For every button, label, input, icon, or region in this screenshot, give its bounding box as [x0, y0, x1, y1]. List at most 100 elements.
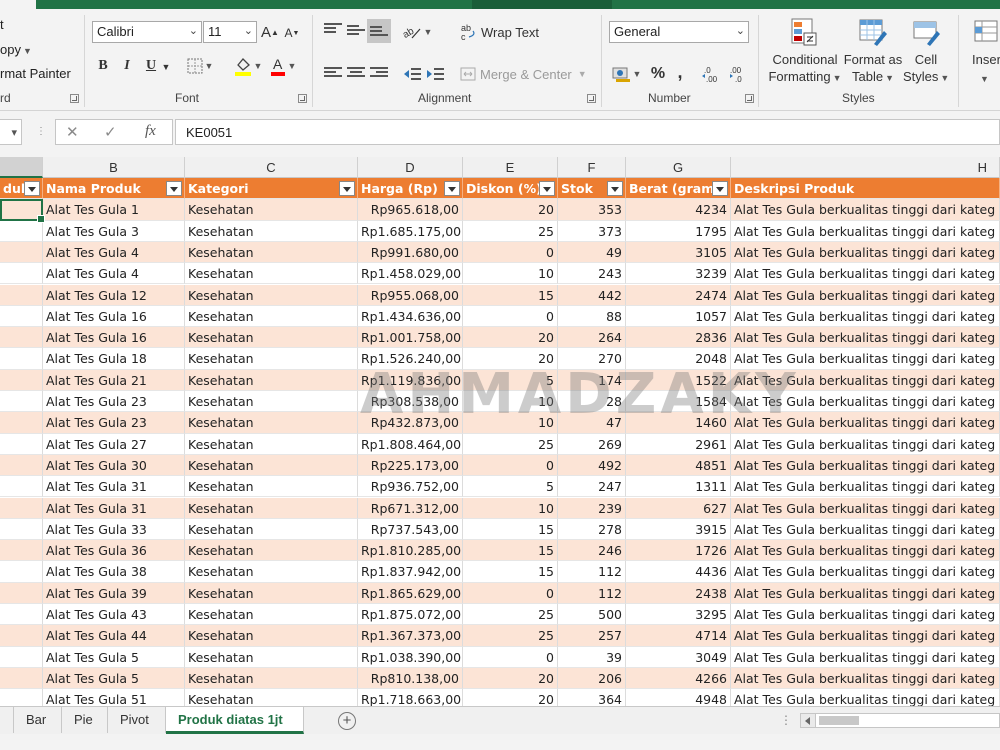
table-cell[interactable]: Alat Tes Gula berkualitas tinggi dari ka… [731, 220, 1000, 242]
table-cell[interactable]: 206 [558, 667, 626, 690]
table-cell[interactable]: 627 [626, 497, 731, 519]
table-cell[interactable]: 500 [558, 604, 626, 626]
table-cell[interactable]: 47 [558, 412, 626, 434]
table-cell[interactable]: Rp737.543,00 [358, 518, 463, 541]
column-header-c[interactable]: C [185, 157, 358, 178]
table-cell[interactable]: 3105 [626, 241, 731, 264]
table-cell[interactable]: 20 [463, 199, 558, 221]
table-cell[interactable]: 0 [463, 241, 558, 264]
table-cell[interactable]: 246 [558, 540, 626, 562]
table-cell[interactable]: 5 [463, 369, 558, 391]
horizontal-scrollbar[interactable] [800, 713, 1000, 728]
table-cell[interactable] [0, 646, 43, 668]
cut-button[interactable]: t [0, 17, 4, 32]
number-format-select[interactable]: General ⌄ [609, 21, 749, 43]
table-cell[interactable] [0, 454, 43, 477]
table-cell[interactable]: 3239 [626, 263, 731, 285]
table-cell[interactable]: Kesehatan [185, 646, 358, 668]
table-cell[interactable]: Rp936.752,00 [358, 476, 463, 498]
borders-button[interactable]: ▼ [186, 57, 214, 75]
increase-indent-button[interactable] [425, 64, 445, 84]
table-cell[interactable]: 2048 [626, 348, 731, 370]
table-cell[interactable]: Alat Tes Gula 16 [43, 305, 185, 328]
table-header-cell[interactable]: Kategori [185, 178, 358, 200]
table-cell[interactable]: Kesehatan [185, 454, 358, 477]
table-cell[interactable]: 20 [463, 348, 558, 370]
table-cell[interactable]: Alat Tes Gula berkualitas tinggi dari ka… [731, 561, 1000, 583]
table-cell[interactable]: Alat Tes Gula 4 [43, 241, 185, 264]
table-cell[interactable] [0, 497, 43, 519]
table-cell[interactable] [0, 412, 43, 434]
table-cell[interactable]: Alat Tes Gula 5 [43, 646, 185, 668]
table-cell[interactable] [0, 327, 43, 349]
table-cell[interactable]: 39 [558, 646, 626, 668]
table-cell[interactable]: Kesehatan [185, 497, 358, 519]
table-cell[interactable]: Rp1.810.285,00 [358, 540, 463, 562]
table-cell[interactable]: Alat Tes Gula berkualitas tinggi dari ka… [731, 689, 1000, 706]
sheet-tab-pivot[interactable]: Pivot [108, 707, 166, 733]
table-cell[interactable]: Alat Tes Gula 1 [43, 199, 185, 221]
grow-font-button[interactable]: A ▲ [261, 22, 279, 42]
table-cell[interactable]: Alat Tes Gula berkualitas tinggi dari ka… [731, 518, 1000, 541]
table-cell[interactable] [0, 604, 43, 626]
table-cell[interactable]: Alat Tes Gula berkualitas tinggi dari ka… [731, 646, 1000, 668]
table-cell[interactable]: Rp1.434.636,00 [358, 305, 463, 328]
table-cell[interactable]: 10 [463, 497, 558, 519]
font-size-select[interactable]: 11 ⌄ [203, 21, 257, 43]
table-cell[interactable]: Rp671.312,00 [358, 497, 463, 519]
fill-color-button[interactable]: ▼ [232, 55, 264, 77]
sheet-tab-scroll[interactable] [0, 707, 14, 733]
table-cell[interactable] [0, 689, 43, 706]
table-cell[interactable]: 174 [558, 369, 626, 391]
table-cell[interactable]: 10 [463, 412, 558, 434]
table-cell[interactable]: 25 [463, 433, 558, 455]
table-cell[interactable]: Rp1.458.029,00 [358, 263, 463, 285]
table-cell[interactable]: 1726 [626, 540, 731, 562]
copy-button[interactable]: opy ▼ [0, 42, 32, 57]
font-name-select[interactable]: Calibri ⌄ [92, 21, 202, 43]
column-header-h[interactable]: H [731, 157, 1000, 178]
table-cell[interactable]: 4948 [626, 689, 731, 706]
align-center-icon[interactable] [347, 67, 365, 81]
table-cell[interactable]: Alat Tes Gula 36 [43, 540, 185, 562]
table-cell[interactable]: Alat Tes Gula 38 [43, 561, 185, 583]
table-cell[interactable]: Kesehatan [185, 220, 358, 242]
table-cell[interactable]: 442 [558, 284, 626, 306]
table-cell[interactable]: Alat Tes Gula 51 [43, 689, 185, 706]
table-cell[interactable]: Alat Tes Gula berkualitas tinggi dari ka… [731, 199, 1000, 221]
sheet-tab-produk-diatas-1jt[interactable]: Produk diatas 1jt [166, 707, 304, 734]
table-cell[interactable]: Rp1.808.464,00 [358, 433, 463, 455]
table-cell[interactable] [0, 348, 43, 370]
table-cell[interactable]: Alat Tes Gula berkualitas tinggi dari ka… [731, 369, 1000, 391]
shrink-font-button[interactable]: A ▼ [284, 24, 300, 42]
table-cell[interactable] [0, 625, 43, 647]
underline-dropdown-icon[interactable]: ▼ [161, 60, 171, 74]
table-cell[interactable]: 243 [558, 263, 626, 285]
table-cell[interactable]: Kesehatan [185, 540, 358, 562]
table-cell[interactable]: 270 [558, 348, 626, 370]
decrease-decimal-button[interactable]: .00.0 [726, 63, 750, 85]
table-cell[interactable]: 25 [463, 220, 558, 242]
table-header-cell[interactable]: Deskripsi Produk [731, 178, 1000, 200]
table-cell[interactable]: 4266 [626, 667, 731, 690]
table-cell[interactable]: Alat Tes Gula berkualitas tinggi dari ka… [731, 497, 1000, 519]
table-cell[interactable]: Rp1.837.942,00 [358, 561, 463, 583]
decrease-indent-button[interactable] [402, 64, 422, 84]
table-cell[interactable]: 264 [558, 327, 626, 349]
table-cell[interactable]: Rp1.367.373,00 [358, 625, 463, 647]
scroll-thumb[interactable] [819, 716, 859, 725]
table-cell[interactable]: Alat Tes Gula berkualitas tinggi dari ka… [731, 582, 1000, 604]
table-cell[interactable]: Alat Tes Gula 31 [43, 497, 185, 519]
table-cell[interactable]: 20 [463, 689, 558, 706]
table-cell[interactable]: Kesehatan [185, 241, 358, 264]
table-cell[interactable]: Alat Tes Gula 16 [43, 327, 185, 349]
table-cell[interactable]: Alat Tes Gula berkualitas tinggi dari ka… [731, 476, 1000, 498]
table-cell[interactable]: 25 [463, 625, 558, 647]
table-cell[interactable]: Rp308.538,00 [358, 391, 463, 413]
table-cell[interactable]: Rp955.068,00 [358, 284, 463, 306]
table-cell[interactable]: Kesehatan [185, 476, 358, 498]
table-cell[interactable]: Kesehatan [185, 561, 358, 583]
table-cell[interactable]: 4436 [626, 561, 731, 583]
table-cell[interactable]: Alat Tes Gula berkualitas tinggi dari ka… [731, 348, 1000, 370]
wrap-text-button[interactable]: ab c Wrap Text [461, 22, 541, 42]
